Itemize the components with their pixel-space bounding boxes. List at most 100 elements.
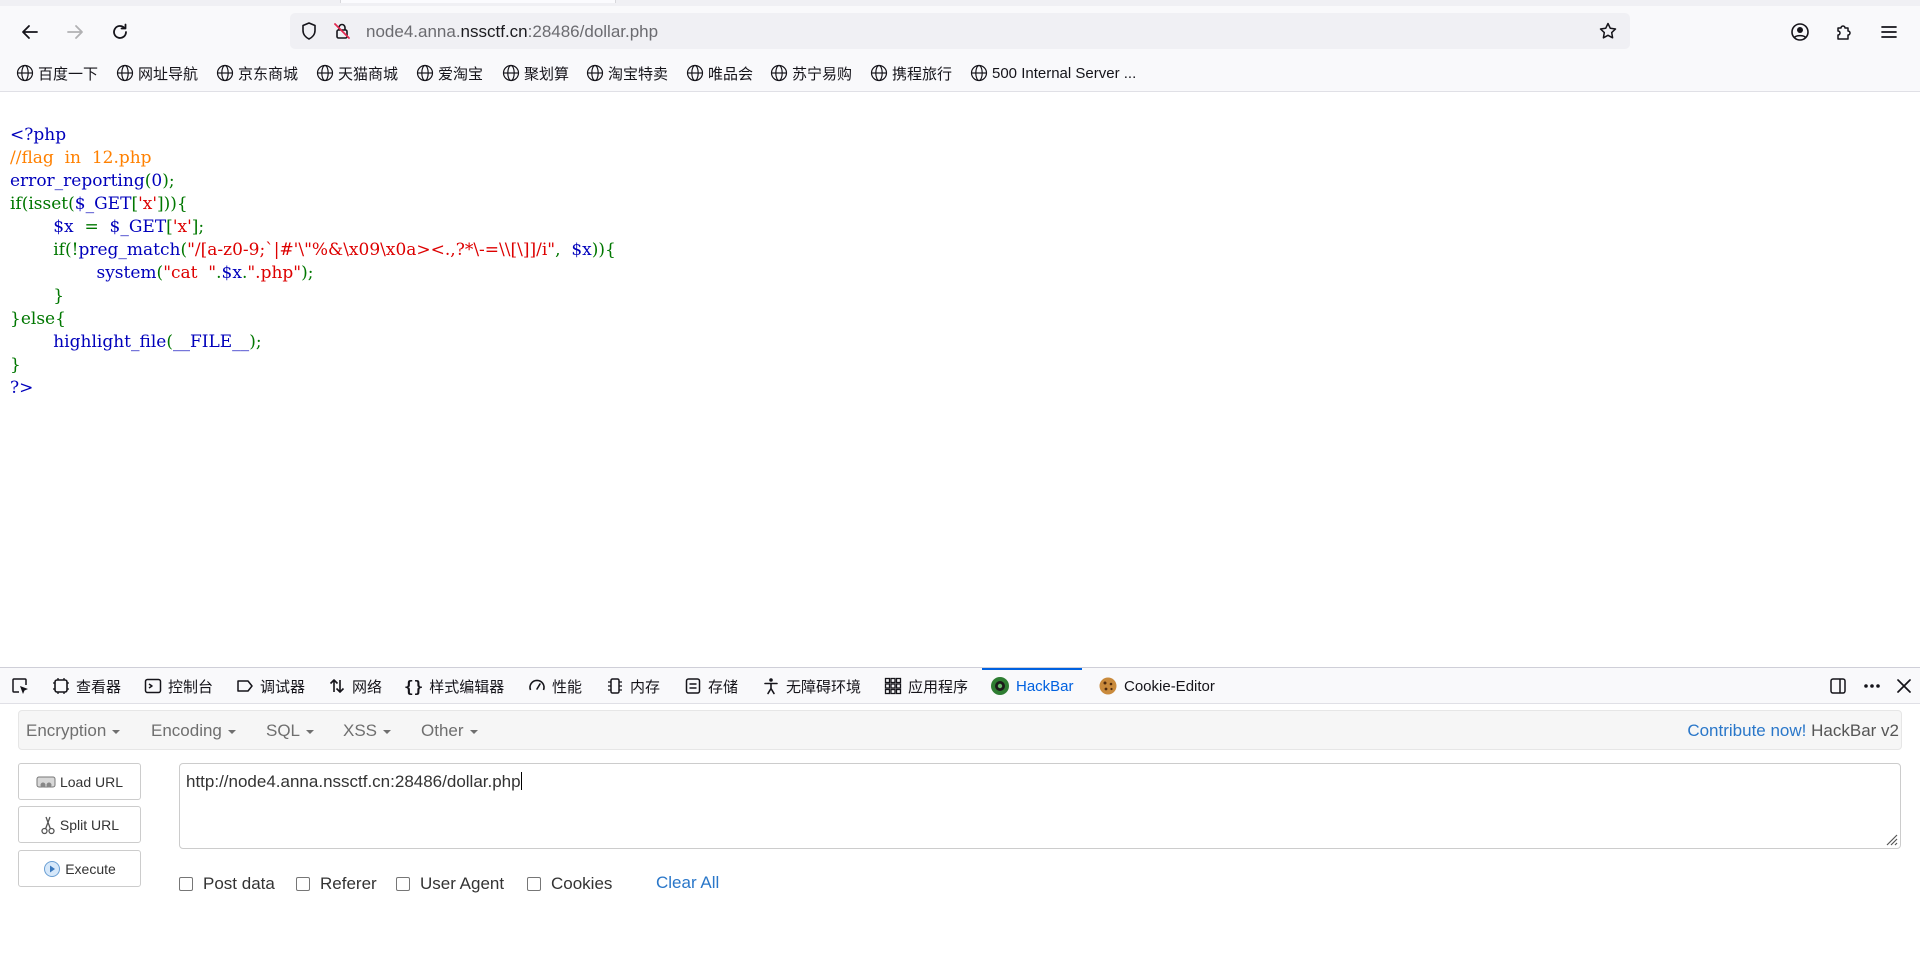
account-icon [1791,23,1809,41]
address-bar[interactable]: node4.anna.nssctf.cn:28486/dollar.php [290,13,1630,49]
code-string: "cat " [163,263,217,283]
url-prefix: node4.anna. [366,22,461,41]
bookmark-item[interactable]: 淘宝特卖 [586,63,668,83]
menu-button[interactable] [1875,18,1903,46]
php-source-code: <?php//flag in 12.php error_reporting(0);… [10,124,616,400]
gauge-icon [529,679,545,691]
element-picker-button[interactable] [10,668,36,704]
tab-memory[interactable]: 内存 [606,668,660,704]
option-label: Referer [320,874,377,893]
bookmark-label: 500 Internal Server ... [992,64,1137,82]
caret-down-icon [469,729,478,734]
play-icon [43,860,61,878]
bookmark-label: 携程旅行 [892,65,953,83]
url-host: nssctf.cn [460,22,528,41]
button-label: Load URL [59,773,124,790]
user-agent-option[interactable]: User Agent [396,873,504,895]
tab-cookie-editor[interactable]: Cookie-Editor [1098,668,1215,704]
ellipsis-icon [1864,684,1880,688]
tab-label: 调试器 [260,678,306,696]
tab-storage[interactable]: 存储 [684,668,738,704]
memory-chip-icon [608,678,622,694]
tab-performance[interactable]: 性能 [528,668,582,704]
back-button[interactable] [16,18,44,46]
scissors-icon [40,815,56,835]
code-token: if(! [10,240,79,260]
encoding-dropdown[interactable]: Encoding [151,721,236,741]
tab-inspector[interactable]: 查看器 [52,668,121,704]
referer-checkbox[interactable] [296,877,310,891]
dock-toggle-button[interactable] [1828,676,1848,696]
code-token: __FILE__ [172,332,250,352]
active-tab-edge[interactable] [340,0,616,3]
execute-button[interactable]: Execute [18,850,141,887]
clear-all-link[interactable]: Clear All [656,873,719,893]
cookies-option[interactable]: Cookies [527,873,612,895]
tab-network[interactable]: 网络 [328,668,382,704]
user-agent-checkbox[interactable] [396,877,410,891]
encryption-dropdown[interactable]: Encryption [26,721,121,741]
code-line: if(isset($_GET['x'])){ [10,193,616,216]
other-dropdown[interactable]: Other [421,721,478,741]
code-line: highlight_file(__FILE__); [10,331,616,354]
bookmark-item[interactable]: 苏宁易购 [770,63,852,83]
bookmark-item[interactable]: 500 Internal Server ... [970,63,1136,83]
bookmark-item[interactable]: 聚划算 [502,63,569,83]
code-comment: //flag in 12.php [10,148,152,168]
extensions-button[interactable] [1830,18,1858,46]
tab-label: 应用程序 [908,678,969,696]
bookmark-item[interactable]: 网址导航 [116,63,198,83]
insecure-lock-icon[interactable] [332,21,352,41]
close-devtools-button[interactable] [1894,676,1914,696]
post-data-checkbox[interactable] [179,877,193,891]
bookmark-item[interactable]: 天猫商城 [316,63,398,83]
tab-console[interactable]: 控制台 [144,668,213,704]
tab-accessibility[interactable]: 无障碍环境 [762,668,861,704]
hamburger-icon [1881,26,1897,38]
split-url-button[interactable]: Split URL [18,806,141,843]
tab-label: 控制台 [168,678,214,696]
option-label: Post data [203,874,275,893]
star-icon[interactable] [1598,21,1618,41]
dock-side-icon [1830,678,1846,694]
account-button[interactable] [1786,18,1814,46]
bookmark-item[interactable]: 百度一下 [16,63,98,83]
code-token: ?> [10,378,34,398]
hackbar-url-textarea[interactable]: http://node4.anna.nssctf.cn:28486/dollar… [179,763,1901,849]
reload-button[interactable] [106,18,134,46]
tab-hackbar[interactable]: HackBar [982,668,1082,704]
bookmark-item[interactable]: 唯品会 [686,63,753,83]
network-icon [329,679,345,693]
arrow-right-icon [67,25,83,39]
tab-application[interactable]: 应用程序 [884,668,968,704]
globe-icon [116,64,134,82]
cookies-checkbox[interactable] [527,877,541,891]
bookmark-item[interactable]: 京东商城 [216,63,298,83]
resize-grip-icon[interactable] [1884,832,1898,846]
button-label: Execute [65,860,116,877]
sql-dropdown[interactable]: SQL [266,721,315,741]
tab-style-editor[interactable]: {} 样式编辑器 [404,668,504,704]
post-data-option[interactable]: Post data [179,873,275,895]
code-token: ); [301,263,314,283]
forward-button[interactable] [61,18,89,46]
url-text[interactable]: node4.anna.nssctf.cn:28486/dollar.php [366,22,658,42]
code-token: 0 [151,171,163,191]
shield-icon[interactable] [299,21,319,41]
load-url-button[interactable]: Load URL [18,763,141,800]
xss-dropdown[interactable]: XSS [343,721,392,741]
bookmark-item[interactable]: 爱淘宝 [416,63,483,83]
contribute-link[interactable]: Contribute now! [1687,721,1806,740]
tab-debugger[interactable]: 调试器 [236,668,305,704]
code-token: $_GET [109,217,167,237]
storage-icon [685,678,701,694]
referer-option[interactable]: Referer [296,873,377,895]
dropdown-label: Encryption [26,721,107,740]
caret-down-icon [383,729,392,734]
puzzle-icon [1837,25,1851,40]
more-options-button[interactable] [1862,676,1882,696]
bookmark-item[interactable]: 携程旅行 [870,63,952,83]
tab-label: 存储 [708,678,739,696]
bookmark-label: 苏宁易购 [792,65,853,83]
hackbar-url-value: http://node4.anna.nssctf.cn:28486/dollar… [186,772,521,791]
